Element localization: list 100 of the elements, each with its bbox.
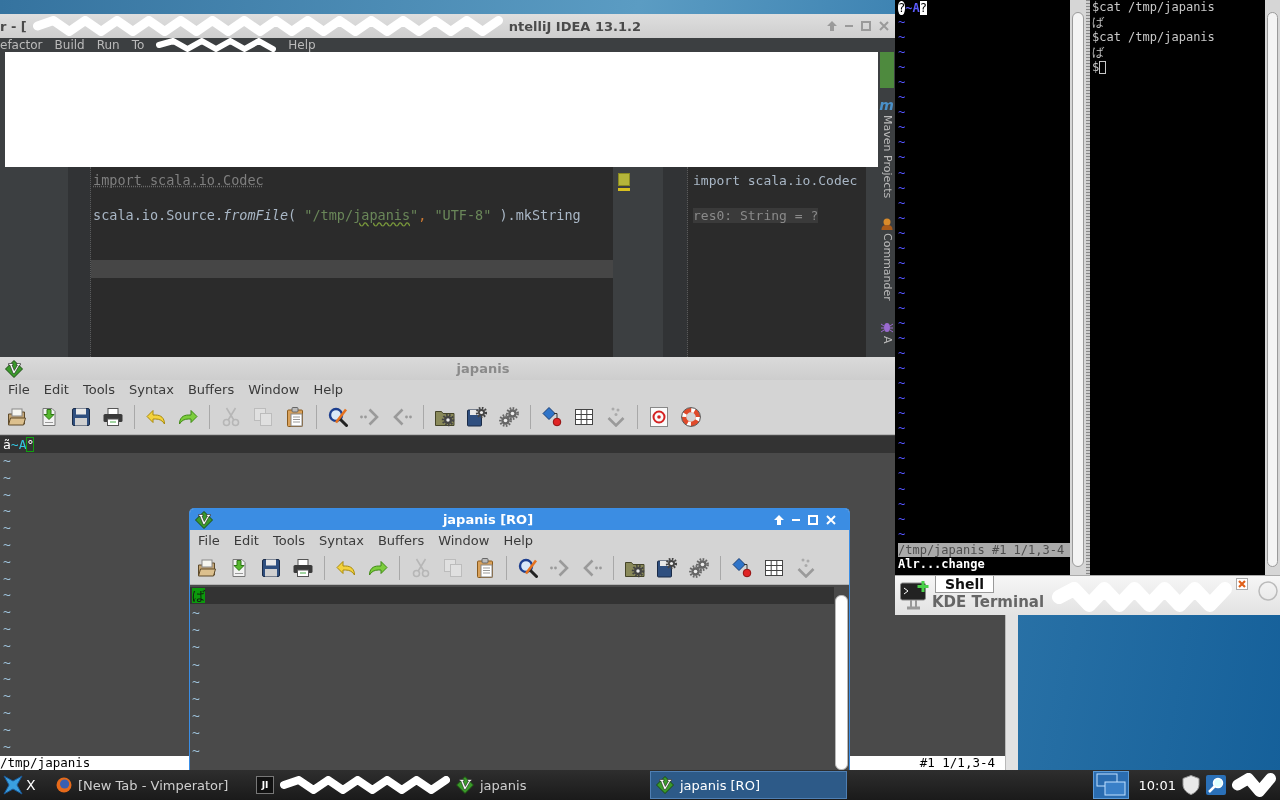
menu-item[interactable]: Syntax	[312, 531, 371, 550]
monitor-plus-icon[interactable]	[900, 580, 930, 610]
shield-icon[interactable]	[1182, 775, 1200, 795]
menu-item[interactable]: Help	[496, 531, 541, 550]
tilde-marker: ~	[192, 621, 200, 639]
tilde-marker: ~	[3, 738, 11, 756]
tilde-marker: ~	[898, 406, 906, 422]
arrow-up-icon[interactable]	[774, 514, 784, 525]
scrollbar[interactable]	[1265, 0, 1280, 575]
diamond-dot-icon[interactable]	[542, 407, 562, 427]
menu-item[interactable]: Buffers	[180, 381, 242, 399]
terminal-line: $cat /tmp/japanis	[1092, 30, 1215, 46]
tilde-marker: ~	[898, 391, 906, 407]
floppy-gear-icon[interactable]	[467, 407, 487, 427]
cursor-icon	[1099, 61, 1107, 75]
scrollbar[interactable]	[1005, 615, 1018, 770]
tool-window-tab[interactable]: A	[879, 336, 894, 344]
printer-icon[interactable]	[293, 557, 313, 578]
desktop-pager-icon[interactable]	[1092, 771, 1129, 799]
diamond-dot-icon[interactable]	[732, 557, 752, 578]
close-icon[interactable]	[1236, 578, 1249, 590]
panel-edge	[879, 52, 894, 88]
tilde-marker: ~	[898, 451, 906, 467]
message-text: Alr...change	[898, 556, 985, 572]
taskbar-button[interactable]: JI	[250, 771, 447, 799]
document-arrow-icon[interactable]	[39, 407, 59, 427]
file-name: /tmp/japanis	[0, 756, 91, 770]
menu-item[interactable]: Window	[241, 381, 307, 399]
tilde-marker: ~	[898, 436, 906, 452]
magnifier-pencil-icon[interactable]	[328, 407, 348, 427]
menu-item[interactable]: Tools	[265, 531, 312, 550]
dots-chevron-icon[interactable]	[796, 557, 816, 578]
cross-logo-icon	[3, 775, 23, 795]
menu-item[interactable]: Buffers	[370, 531, 432, 550]
tilde-marker: ~	[898, 240, 906, 256]
menu-item[interactable]: Build	[54, 38, 85, 52]
tilde-marker: ~	[898, 526, 906, 542]
tool-window-tab[interactable]: Commander	[879, 233, 894, 302]
menu-item[interactable]: Edit	[226, 531, 266, 550]
buffer-text: ã~A°	[3, 437, 35, 452]
app-logo-icon	[656, 776, 674, 794]
tilde-marker: ~	[3, 453, 11, 470]
menu-item[interactable]: Help	[288, 38, 316, 52]
menu-item[interactable]: Tools	[75, 381, 122, 399]
menu-item[interactable]: Window	[431, 531, 497, 550]
minimize-icon[interactable]	[792, 518, 800, 521]
tilde-marker: ~	[3, 604, 11, 621]
tilde-marker: ~	[898, 30, 906, 46]
dots-chevron-icon[interactable]	[606, 407, 626, 427]
grid-icon[interactable]	[574, 407, 594, 427]
tilde-marker: ~	[898, 361, 906, 377]
app-logo: JI	[256, 776, 274, 794]
app-logo-icon	[456, 776, 474, 794]
tilde-marker: ~	[3, 620, 11, 638]
menu-item[interactable]: To	[131, 38, 145, 52]
tilde-marker: ~	[3, 553, 11, 571]
ring-icon	[1258, 581, 1279, 601]
code-line: import scala.io.Codec	[93, 172, 264, 188]
taskbar-button[interactable]: japanis	[450, 771, 647, 799]
window-title: japanis [RO]	[442, 512, 534, 527]
app-logo-icon[interactable]	[195, 510, 213, 529]
menu-item[interactable]: Help	[306, 381, 351, 399]
app-logo-icon[interactable]	[5, 359, 23, 378]
menu-item[interactable]: Run	[96, 38, 120, 52]
tray-icon[interactable]	[197, 557, 217, 578]
window-title: KDE Terminal	[932, 593, 1045, 612]
tilde-marker: ~	[898, 331, 906, 347]
tilde-marker: ~	[898, 150, 906, 166]
menu-item[interactable]: File	[1, 381, 37, 399]
globe-icon	[56, 777, 72, 793]
gears-icon[interactable]	[499, 407, 519, 427]
tilde-marker: ~	[898, 90, 906, 106]
tilde-marker: ~	[3, 486, 11, 504]
gears-icon[interactable]	[689, 557, 709, 578]
tool-window-tab[interactable]: Maven Projects	[879, 115, 894, 199]
document-ring-icon[interactable]	[649, 407, 669, 427]
search-icon[interactable]	[1206, 775, 1226, 795]
tab[interactable]: Shell	[935, 576, 995, 593]
menu-item[interactable]: Edit	[36, 381, 76, 399]
tilde-marker: ~	[3, 721, 11, 739]
scrollbar[interactable]	[835, 595, 848, 770]
clipboard-icon[interactable]	[475, 557, 495, 578]
grid-icon[interactable]	[764, 557, 784, 578]
scrollbar[interactable]	[1070, 0, 1086, 575]
tray-icon[interactable]	[7, 407, 27, 427]
clipboard-icon[interactable]	[285, 407, 305, 427]
tilde-marker: ~	[898, 225, 906, 241]
menu-item[interactable]: Syntax	[122, 381, 181, 399]
start-button[interactable]: X	[0, 771, 50, 799]
floppy-gear-icon[interactable]	[657, 557, 677, 578]
taskbar-button[interactable]: [New Tab - Vimperator]	[50, 771, 247, 799]
lifebuoy-icon[interactable]	[681, 407, 701, 427]
taskbar-button[interactable]: japanis [RO]	[650, 771, 847, 799]
tilde-marker: ~	[192, 724, 200, 742]
menu-item[interactable]: File	[191, 531, 227, 550]
printer-icon[interactable]	[103, 407, 123, 427]
menu-item[interactable]: efactor	[0, 38, 43, 52]
magnifier-pencil-icon[interactable]	[518, 557, 538, 578]
document-arrow-icon[interactable]	[229, 557, 249, 578]
window-title: r - [	[0, 18, 27, 34]
